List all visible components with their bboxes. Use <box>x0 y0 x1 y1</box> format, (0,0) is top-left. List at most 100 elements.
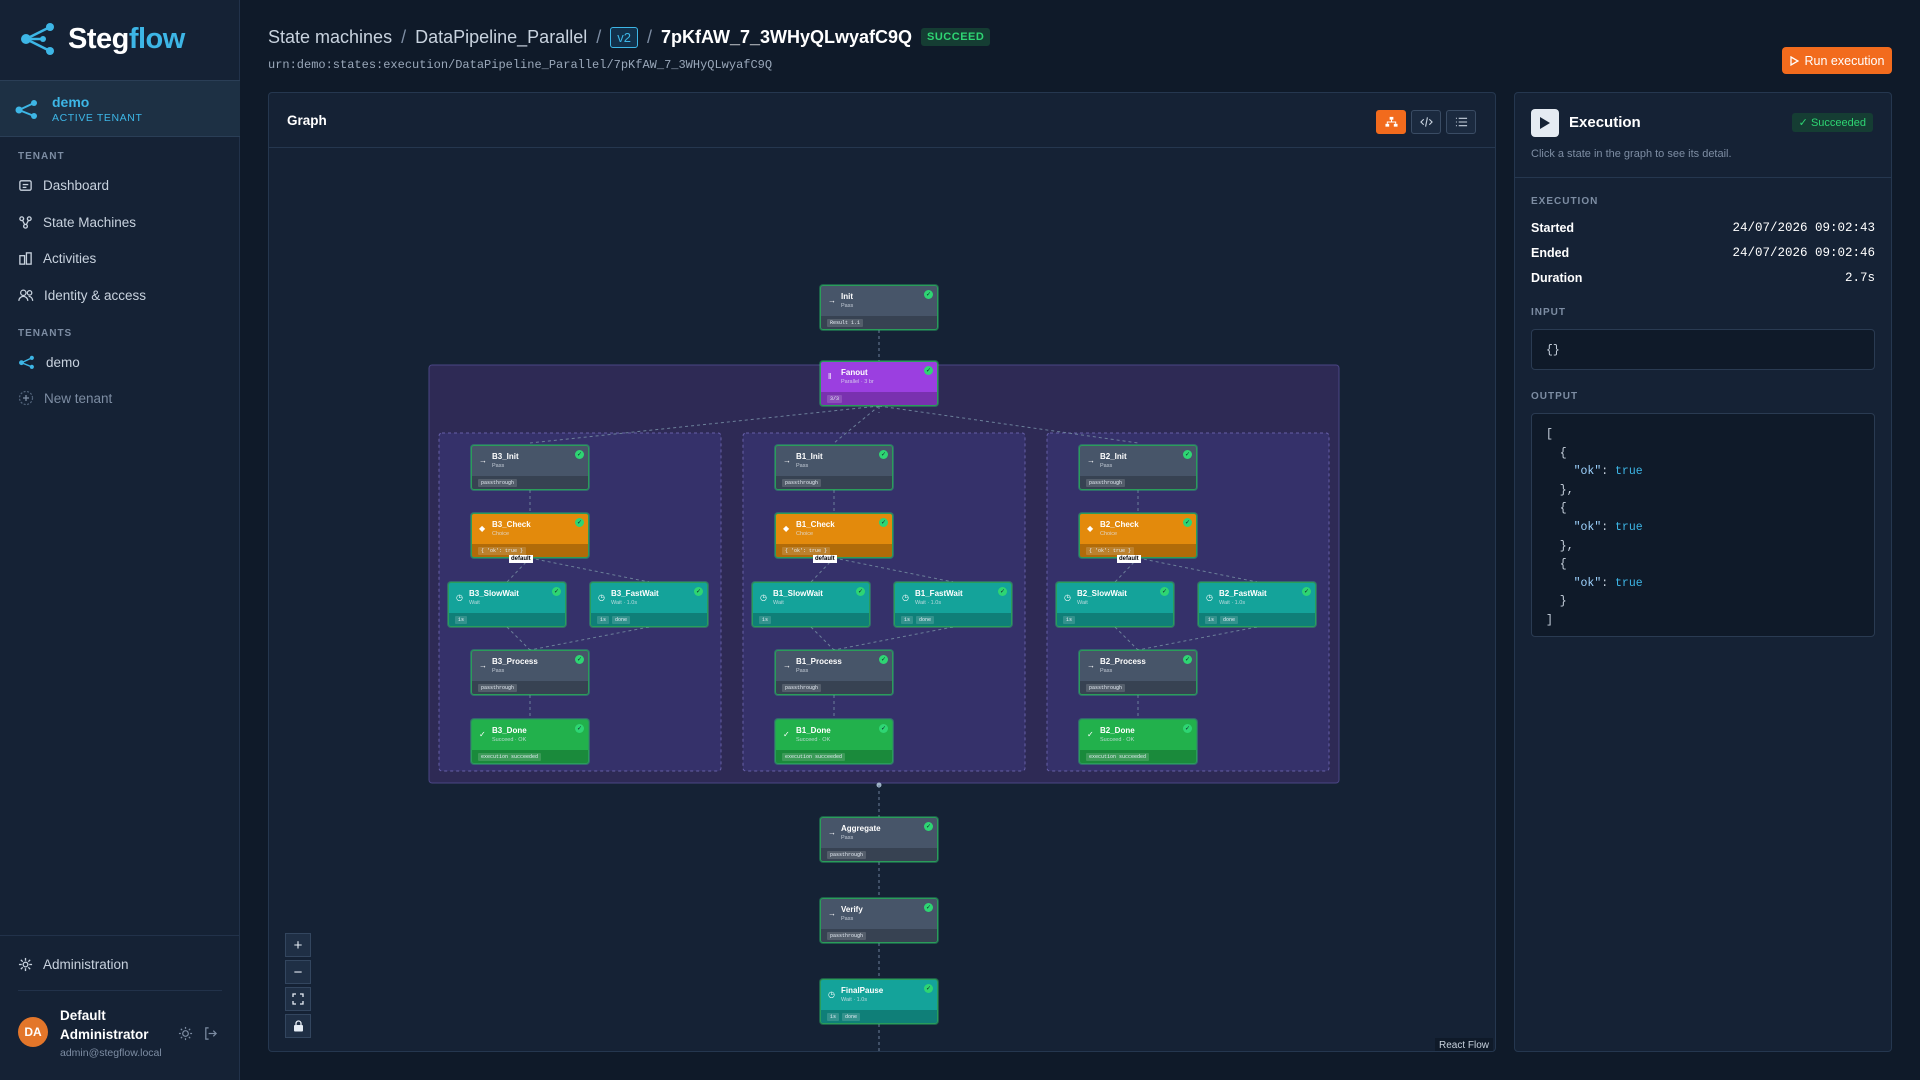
state-node-tag: { 'ok': true } <box>478 546 527 555</box>
success-check-icon: ✓ <box>1183 724 1192 733</box>
state-node-type: Succeed · OK <box>492 737 527 743</box>
clock-icon: ◷ <box>1064 593 1071 602</box>
duration-value: 2.7s <box>1844 271 1875 285</box>
state-node-title: B2_Done <box>1100 726 1135 735</box>
react-flow-attribution[interactable]: React Flow <box>1434 1038 1493 1051</box>
activities-icon <box>19 251 32 265</box>
state-node[interactable]: ✓ B2_Done Succeed · OK ✓ execution succeeded <box>1079 719 1197 764</box>
stegflow-logo-icon <box>21 23 54 55</box>
graph-canvas[interactable]: → Init Pass ✓ Result 1.1 ‖ Fanout Parallel · 3 … <box>269 149 1495 1051</box>
state-node-tag: execution succeeded <box>478 752 542 761</box>
state-node[interactable]: → Init Pass ✓ Result 1.1 <box>820 285 938 330</box>
state-node-tag: { 'ok': true } <box>1086 546 1135 555</box>
state-node[interactable]: → Verify Pass ✓ passthrough <box>820 898 938 943</box>
state-node-title: B3_Check <box>492 520 531 529</box>
state-node[interactable]: ✓ B3_Done Succeed · OK ✓ execution succeeded <box>471 719 589 764</box>
graph-view-button[interactable] <box>1376 110 1406 134</box>
state-node[interactable]: ◷ B2_SlowWait Wait ✓ 1s <box>1056 582 1174 627</box>
zoom-in-button[interactable]: + <box>285 933 311 957</box>
state-node[interactable]: ◷ FinalPause Wait · 1.0s ✓ 1s done <box>820 979 938 1024</box>
success-check-icon: ✓ <box>575 724 584 733</box>
state-node[interactable]: → B1_Process Pass ✓ passthrough <box>775 650 893 695</box>
diamond-icon: ◆ <box>1087 524 1094 533</box>
state-node-type: Wait <box>469 600 480 606</box>
arrow-right-icon: → <box>1087 456 1095 465</box>
zoom-out-button[interactable]: − <box>285 960 311 984</box>
state-node[interactable]: ‖ Fanout Parallel · 3 br ✓ 3/3 <box>820 361 938 406</box>
sidebar: Stegflow demo ACTIVE TENANT TENANT Dashb… <box>0 0 240 1080</box>
state-node-footer: 1s done <box>821 1010 937 1023</box>
state-node-tag: 1s <box>827 1012 840 1021</box>
tenant-item-label: demo <box>46 354 80 370</box>
check-icon: ✓ <box>1798 117 1808 129</box>
state-node[interactable]: ◷ B1_FastWait Wait · 1.0s ✓ 1s done <box>894 582 1012 627</box>
state-node-title: Fanout <box>841 368 868 377</box>
active-tenant-card[interactable]: demo ACTIVE TENANT <box>0 80 240 137</box>
state-node-type: Succeed · OK <box>796 737 831 743</box>
ended-label: Ended <box>1531 246 1570 260</box>
success-check-icon: ✓ <box>924 984 933 993</box>
state-node[interactable]: ◆ B3_Check Choice ✓ { 'ok': true } <box>471 513 589 558</box>
state-node-footer: 1s done <box>1199 613 1315 626</box>
tenant-share-icon <box>15 99 37 119</box>
run-execution-button[interactable]: Run execution <box>1782 47 1892 74</box>
execution-hint: Click a state in the graph to see its de… <box>1531 148 1732 160</box>
state-node-tag: done <box>842 1012 861 1021</box>
nav-dashboard[interactable]: Dashboard <box>18 173 109 197</box>
breadcrumb-machine[interactable]: DataPipeline_Parallel <box>415 27 587 48</box>
state-node[interactable]: → Aggregate Pass ✓ passthrough <box>820 817 938 862</box>
sun-icon[interactable] <box>178 1026 193 1041</box>
execution-status-badge: ✓ Succeeded <box>1791 113 1873 132</box>
version-badge[interactable]: v2 <box>610 26 638 48</box>
state-node[interactable]: → B3_Init Pass ✓ passthrough <box>471 445 589 490</box>
new-tenant-button[interactable]: New tenant <box>18 386 112 410</box>
state-node-type: Pass <box>841 835 854 841</box>
success-check-icon: ✓ <box>1160 587 1169 596</box>
state-node-type: Wait · 1.0s <box>841 997 868 1003</box>
state-node-footer: 1s done <box>895 613 1011 626</box>
state-node[interactable]: ◆ B1_Check Choice ✓ { 'ok': true } <box>775 513 893 558</box>
state-node[interactable]: ◷ B3_FastWait Wait · 1.0s ✓ 1s done <box>590 582 708 627</box>
state-node[interactable]: → B1_Init Pass ✓ passthrough <box>775 445 893 490</box>
state-node-title: B3_SlowWait <box>469 589 519 598</box>
success-check-icon: ✓ <box>924 366 933 375</box>
state-node-footer: Result 1.1 <box>821 316 937 329</box>
state-node[interactable]: → B2_Process Pass ✓ passthrough <box>1079 650 1197 695</box>
state-node-footer: 1s <box>753 613 869 626</box>
input-json: {} <box>1531 329 1875 370</box>
lock-button[interactable] <box>285 1014 311 1038</box>
state-node[interactable]: ◷ B3_SlowWait Wait ✓ 1s <box>448 582 566 627</box>
fit-view-button[interactable] <box>285 987 311 1011</box>
state-node-title: B2_Check <box>1100 520 1139 529</box>
state-node-type: Parallel · 3 br <box>841 379 874 385</box>
app-logo[interactable]: Stegflow <box>18 22 185 56</box>
breadcrumb-state-machines[interactable]: State machines <box>268 27 392 48</box>
tenant-item-demo[interactable]: demo <box>18 350 80 374</box>
nav-administration[interactable]: Administration <box>18 952 129 976</box>
check-icon: ✓ <box>479 730 486 739</box>
state-node-tag: passthrough <box>827 931 867 940</box>
code-view-button[interactable] <box>1411 110 1441 134</box>
state-node[interactable]: → B3_Process Pass ✓ passthrough <box>471 650 589 695</box>
user-card: DA Default Administrator admin@stegflow.… <box>18 1006 170 1059</box>
state-node-tag: passthrough <box>782 478 822 487</box>
state-node[interactable]: ◷ B2_FastWait Wait · 1.0s ✓ 1s done <box>1198 582 1316 627</box>
nav-activities[interactable]: Activities <box>18 246 96 270</box>
started-value: 24/07/2026 09:02:43 <box>1732 221 1875 235</box>
state-node[interactable]: ◆ B2_Check Choice ✓ { 'ok': true } <box>1079 513 1197 558</box>
state-node[interactable]: → B2_Init Pass ✓ passthrough <box>1079 445 1197 490</box>
state-node-tag: passthrough <box>478 478 518 487</box>
state-node-type: Wait · 1.0s <box>1219 600 1246 606</box>
state-node-type: Pass <box>841 303 854 309</box>
state-node[interactable]: ◷ B1_SlowWait Wait ✓ 1s <box>752 582 870 627</box>
check-icon: ✓ <box>783 730 790 739</box>
execution-urn: urn:demo:states:execution/DataPipeline_P… <box>268 58 773 72</box>
state-node[interactable]: ✓ B1_Done Succeed · OK ✓ execution succeeded <box>775 719 893 764</box>
sidebar-divider <box>18 990 222 991</box>
nav-state-machines-label: State Machines <box>43 214 137 230</box>
success-check-icon: ✓ <box>1183 518 1192 527</box>
nav-state-machines[interactable]: State Machines <box>18 210 136 234</box>
nav-identity-access[interactable]: Identity & access <box>18 283 146 307</box>
list-view-button[interactable] <box>1446 110 1476 134</box>
logout-icon[interactable] <box>203 1026 218 1041</box>
